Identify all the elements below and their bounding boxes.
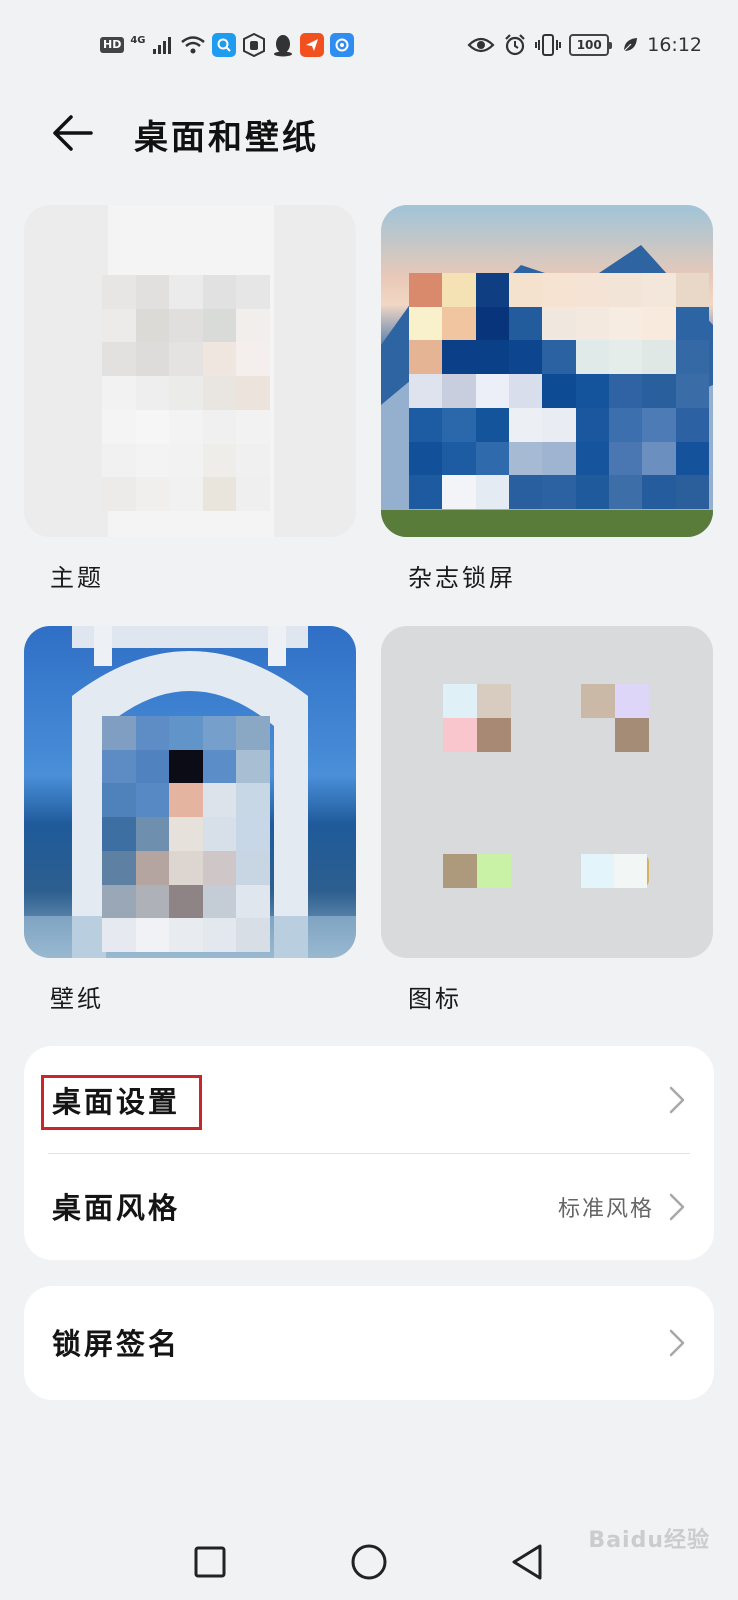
lock-signature-row[interactable]: 锁屏签名 — [24, 1286, 714, 1400]
magazine-mosaic — [409, 273, 709, 509]
header: 桌面和壁纸 — [0, 92, 738, 172]
wallpaper-label: 壁纸 — [50, 985, 104, 1013]
chevron-right-icon — [669, 1086, 685, 1114]
browser-app-icon — [329, 33, 354, 57]
theme-mosaic — [102, 275, 270, 511]
clock: 16:12 — [647, 34, 702, 56]
lock-signature-label: 锁屏签名 — [52, 1327, 181, 1361]
wifi-icon — [180, 35, 206, 55]
watermark: Baidu经验 — [588, 1528, 710, 1553]
square-icon — [194, 1546, 226, 1578]
desktop-settings-label: 桌面设置 — [52, 1085, 181, 1119]
mail-app-icon — [299, 33, 324, 57]
desktop-style-value: 标准风格 — [557, 1197, 654, 1222]
alarm-icon — [503, 33, 527, 57]
circle-icon — [351, 1544, 387, 1580]
icons-tile[interactable] — [381, 626, 713, 958]
wallpaper-mosaic — [102, 716, 270, 952]
status-bar: HD 4G 100 16:12 — [0, 0, 738, 92]
leaf-icon — [621, 36, 639, 54]
desktop-style-label: 桌面风格 — [52, 1191, 181, 1225]
magazine-lockscreen-tile[interactable] — [381, 205, 713, 537]
icon-preview-3 — [443, 854, 511, 888]
eye-icon — [467, 35, 495, 55]
wallpaper-tile[interactable] — [24, 626, 356, 958]
battery-icon: 100 — [569, 34, 613, 56]
recent-apps-button[interactable] — [188, 1540, 232, 1584]
hand-app-icon — [242, 33, 266, 57]
magazine-lockscreen-label: 杂志锁屏 — [408, 564, 516, 592]
settings-card-lockscreen: 锁屏签名 — [24, 1286, 714, 1400]
vibrate-icon — [535, 33, 562, 57]
page-title: 桌面和壁纸 — [134, 118, 319, 158]
status-right: 100 16:12 — [467, 31, 702, 59]
icons-label: 图标 — [408, 985, 462, 1013]
icon-preview-1 — [443, 684, 511, 752]
back-button[interactable] — [48, 108, 98, 158]
settings-card-desktop: 桌面设置 桌面风格 标准风格 — [24, 1046, 714, 1260]
icon-preview-2 — [581, 684, 649, 752]
desktop-style-row[interactable]: 桌面风格 标准风格 — [24, 1154, 714, 1260]
signal-icon — [152, 35, 174, 55]
chevron-right-icon — [669, 1193, 685, 1221]
network-type: 4G — [130, 34, 146, 46]
triangle-back-icon — [512, 1544, 542, 1580]
nav-back-button[interactable] — [505, 1540, 549, 1584]
chevron-right-icon — [669, 1329, 685, 1357]
desktop-settings-row[interactable]: 桌面设置 — [24, 1046, 714, 1153]
hd-icon: HD — [100, 37, 125, 53]
arrow-left-icon — [53, 115, 93, 151]
theme-tile[interactable] — [24, 205, 356, 537]
qq-icon — [272, 33, 294, 57]
status-left: HD 4G — [100, 31, 354, 59]
search-app-icon — [211, 33, 236, 57]
icon-preview-4 — [581, 854, 649, 888]
theme-label: 主题 — [50, 564, 104, 592]
home-button[interactable] — [347, 1540, 391, 1584]
